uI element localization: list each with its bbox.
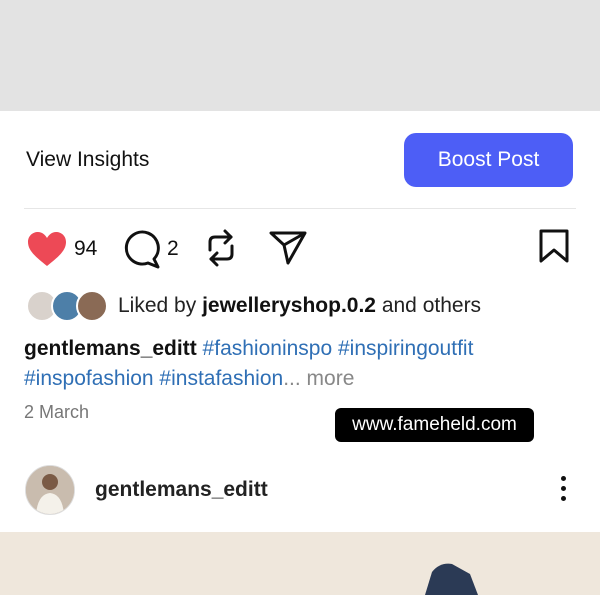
divider [24,208,576,209]
liked-by-suffix[interactable]: and others [376,294,481,317]
post-image[interactable] [0,532,600,595]
avatar [76,290,108,322]
caption-username[interactable]: gentlemans_editt [24,337,197,360]
bookmark-icon[interactable] [538,228,570,264]
caption-hashtags[interactable]: #fashioninspo #inspiringoutfit [197,337,474,360]
view-insights-link[interactable]: View Insights [26,148,149,172]
heart-icon[interactable] [26,230,68,268]
boost-post-button[interactable]: Boost Post [404,133,573,187]
post-author-username[interactable]: gentlemans_editt [95,478,268,502]
liked-by-text[interactable]: Liked by jewelleryshop.0.2 and others [118,294,481,318]
comment-icon[interactable] [121,228,161,270]
caption-hashtags[interactable]: #inspofashion #instafashion [24,367,283,390]
post-date: 2 March [24,402,90,422]
comment-count[interactable]: 2 [167,237,179,261]
liked-by-prefix: Liked by [118,294,203,317]
send-icon[interactable] [268,230,308,266]
liked-by-avatars[interactable] [26,290,108,322]
caption-more-link[interactable]: ... more [283,367,354,390]
caption: gentlemans_editt #fashioninspo #inspirin… [24,334,584,394]
watermark: www.fameheld.com [335,408,534,442]
like-count[interactable]: 94 [74,237,97,261]
repost-icon[interactable] [203,228,239,268]
post-image-top[interactable] [0,0,600,111]
more-options-icon[interactable] [556,476,570,506]
avatar[interactable] [25,465,75,515]
liked-by-user[interactable]: jewelleryshop.0.2 [202,294,376,317]
